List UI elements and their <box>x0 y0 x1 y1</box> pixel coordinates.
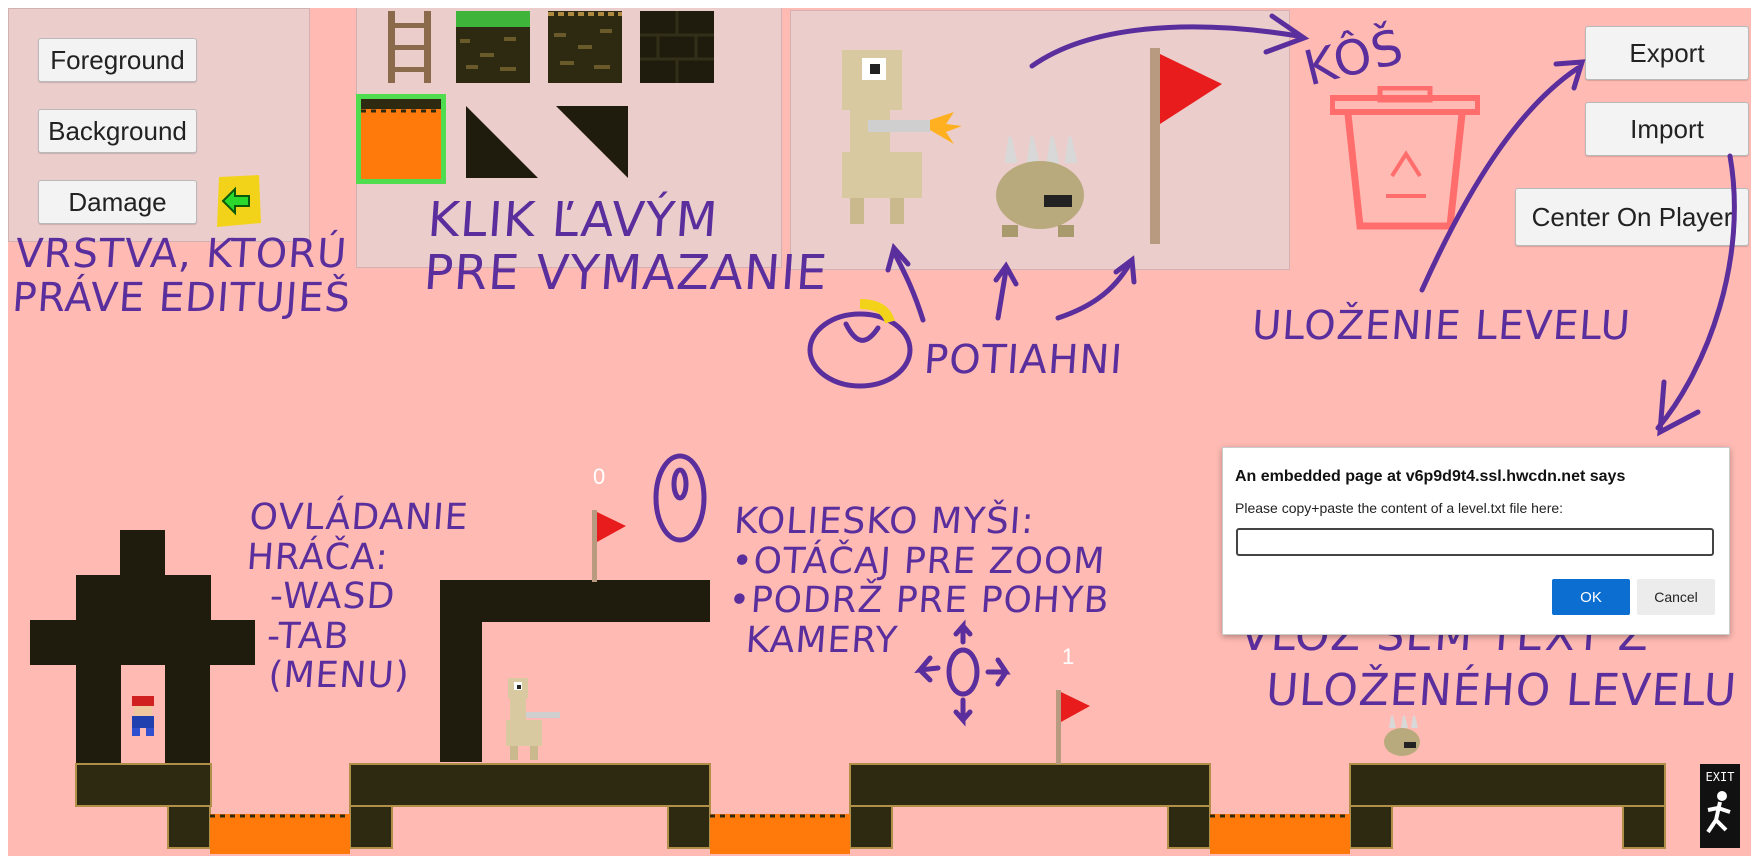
checkpoint-number-1: 1 <box>1062 644 1075 669</box>
level-terrain <box>30 530 1666 854</box>
game-screen: Foreground Background Damage Export Impo… <box>0 0 1759 864</box>
exit-sign[interactable]: EXIT <box>1700 764 1740 848</box>
level-editor-canvas[interactable]: Foreground Background Damage Export Impo… <box>8 8 1751 856</box>
exit-label: EXIT <box>1705 770 1735 784</box>
llama-gunner-enemy <box>502 676 566 762</box>
dialog-ok-button[interactable]: OK <box>1552 579 1630 615</box>
level-text-input[interactable] <box>1236 528 1714 556</box>
import-prompt-dialog: An embedded page at v6p9d9t4.ssl.hwcdn.n… <box>1222 447 1730 635</box>
running-man-icon <box>1706 791 1731 834</box>
checkpoint-flag-1 <box>1052 688 1096 764</box>
dialog-cancel-button[interactable]: Cancel <box>1637 579 1715 615</box>
player-sprite <box>126 696 160 736</box>
checkpoint-number-0: 0 <box>593 464 606 489</box>
dialog-message: Please copy+paste the content of a level… <box>1235 500 1564 516</box>
checkpoint-flag-0 <box>588 508 632 582</box>
spiked-beetle-enemy <box>1382 714 1422 760</box>
dialog-title: An embedded page at v6p9d9t4.ssl.hwcdn.n… <box>1235 468 1626 485</box>
